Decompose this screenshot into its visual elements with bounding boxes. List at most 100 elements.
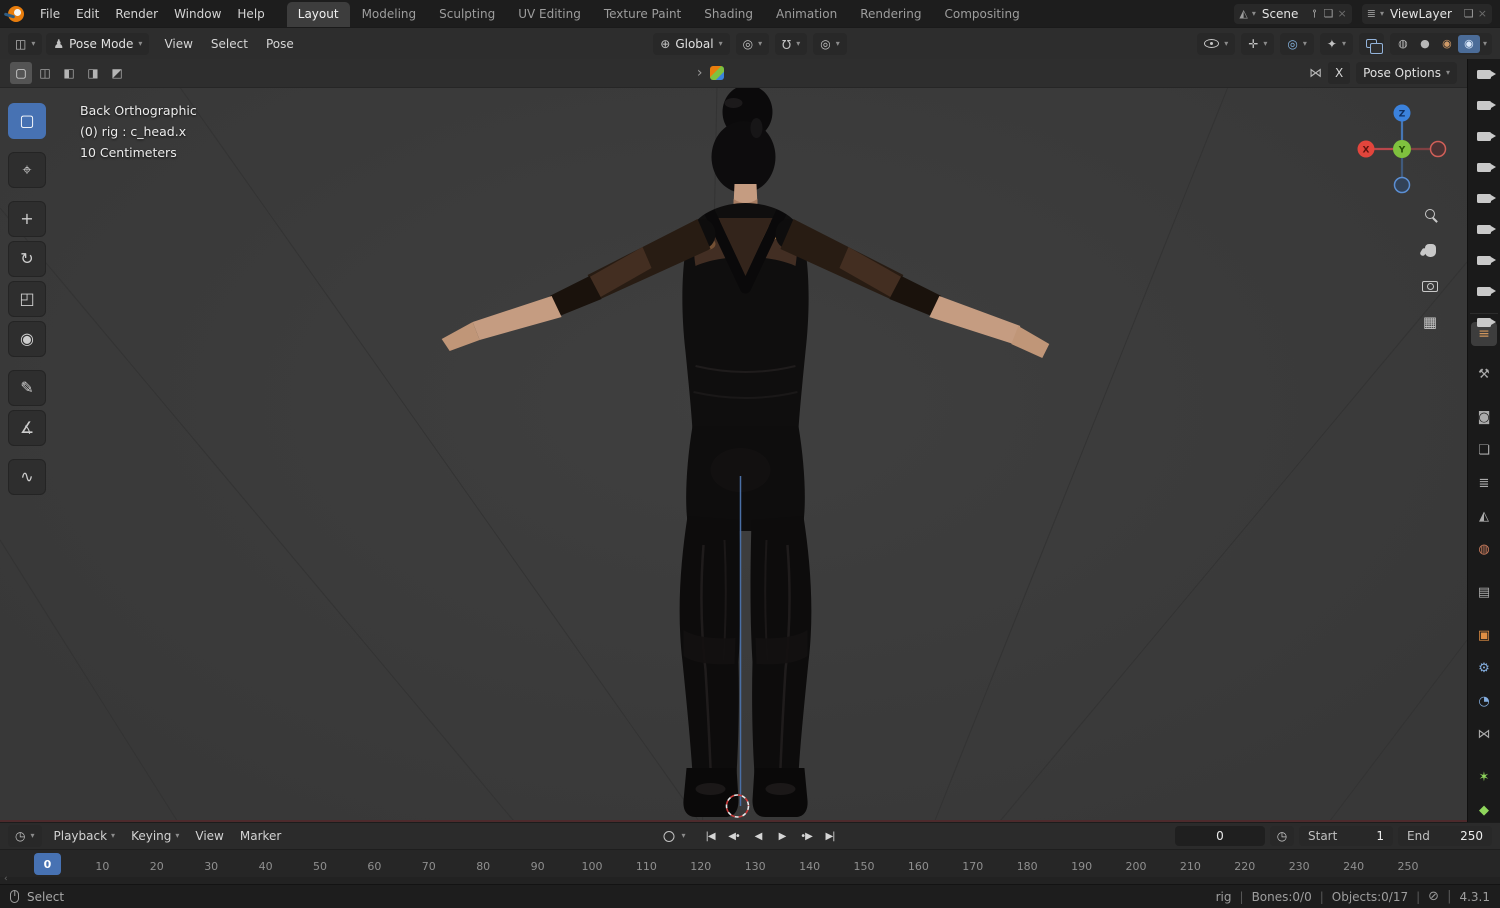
tool-scale[interactable]: ◰ (8, 281, 46, 317)
menu-window[interactable]: Window (166, 4, 229, 24)
workspace-tab-shading[interactable]: Shading (693, 2, 764, 27)
network-offline-icon[interactable]: ⊘ (1428, 889, 1459, 904)
outliner-camera-item[interactable] (1477, 130, 1496, 144)
menu-help[interactable]: Help (229, 4, 272, 24)
properties-tab-world[interactable]: ◍ (1471, 537, 1497, 561)
outliner-camera-item[interactable] (1477, 192, 1496, 206)
new-scene-icon[interactable]: ❏ (1324, 8, 1334, 19)
mode-selector[interactable]: ♟ Pose Mode ▾ (46, 32, 150, 55)
outliner-camera-item[interactable] (1477, 99, 1496, 113)
3d-viewport[interactable]: ▢ ◫ ◧ ◨ ◩ › ⋈ X Pose Options ▾ ▢ ⌖ + ↻ ◰ ◉ ✎ ∡ ∿ Bac… (0, 59, 1467, 822)
shading-solid-button[interactable]: ● (1414, 35, 1436, 53)
outliner-camera-item[interactable] (1477, 161, 1496, 175)
camera-view-button[interactable] (1417, 273, 1443, 299)
pivot-point-selector[interactable]: ◎ ▾ (735, 32, 770, 55)
remove-view-layer-icon[interactable]: × (1478, 8, 1487, 19)
playhead[interactable]: 0 (34, 853, 61, 875)
select-mode-set[interactable]: ▢ (10, 62, 32, 84)
properties-tab-object[interactable]: ▣ (1471, 623, 1497, 647)
timeline-menu-marker[interactable]: Marker (232, 825, 289, 847)
outliner-camera-item[interactable] (1477, 68, 1496, 82)
shading-rendered-button[interactable]: ◉ (1457, 34, 1480, 53)
properties-tab-constraints[interactable]: ⋈ (1471, 722, 1497, 746)
previous-keyframe-button[interactable]: ◀• (723, 826, 746, 846)
auto-keying-toggle[interactable] (658, 826, 678, 846)
jump-to-start-button[interactable]: |◀ (699, 826, 722, 846)
menu-file[interactable]: File (32, 4, 68, 24)
menu-edit[interactable]: Edit (68, 4, 107, 24)
tool-transform[interactable]: ◉ (8, 321, 46, 357)
properties-tab-render[interactable]: ◙ (1471, 405, 1497, 429)
tool-pose-breakdowner[interactable]: ∿ (8, 459, 46, 495)
tool-move[interactable]: + (8, 201, 46, 237)
transform-orientation-selector[interactable]: ⊕ Global ▾ (653, 32, 730, 55)
select-mode-extend[interactable]: ◫ (34, 62, 56, 84)
properties-tab-bone[interactable]: ◆ (1471, 798, 1497, 822)
viewport-menu-pose[interactable]: Pose (257, 33, 303, 55)
workspace-tab-animation[interactable]: Animation (765, 2, 848, 27)
workspace-tab-uv-editing[interactable]: UV Editing (507, 2, 592, 27)
next-keyframe-button[interactable]: •▶ (795, 826, 818, 846)
delete-scene-icon[interactable]: × (1338, 8, 1347, 19)
properties-tab-output[interactable]: ❏ (1471, 438, 1497, 462)
scene-name[interactable]: Scene (1260, 7, 1307, 21)
axis-x-neg-ball[interactable] (1429, 140, 1447, 158)
x-mirror-toggle[interactable]: X (1328, 62, 1351, 84)
jump-to-end-button[interactable]: ▶| (819, 826, 842, 846)
timeline-ruler[interactable]: 0 01020304050607080901001101201301401501… (0, 849, 1500, 877)
outliner-camera-item[interactable] (1477, 223, 1496, 237)
viewport-menu-view[interactable]: View (155, 33, 201, 55)
properties-tab-collection[interactable]: ▤ (1471, 580, 1497, 604)
tool-select-box[interactable]: ▢ (8, 103, 46, 139)
play-reverse-button[interactable]: ◀ (747, 826, 770, 846)
select-mode-intersect[interactable]: ◩ (106, 62, 128, 84)
chevron-down-icon[interactable]: ▾ (1483, 39, 1487, 48)
outliner-camera-item[interactable] (1477, 254, 1496, 268)
tool-measure[interactable]: ∡ (8, 410, 46, 446)
properties-tab-scene[interactable]: ◭ (1471, 504, 1497, 528)
properties-tab-view-layer[interactable]: ≣ (1471, 471, 1497, 495)
play-button[interactable]: ▶ (771, 826, 794, 846)
overlays-dropdown[interactable]: ◎ ▾ (1280, 32, 1314, 55)
view-layer-name[interactable]: ViewLayer (1388, 7, 1460, 21)
pose-options-dropdown[interactable]: Pose Options ▾ (1356, 62, 1457, 84)
workspace-tab-modeling[interactable]: Modeling (351, 2, 428, 27)
chevron-right-icon[interactable]: › (697, 66, 703, 80)
timeline-editor-type-button[interactable]: ◷ ▾ (8, 825, 42, 847)
active-tool-icon[interactable] (710, 66, 725, 80)
tool-cursor[interactable]: ⌖ (8, 152, 46, 188)
timeline-menu-keying[interactable]: Keying ▾ (123, 825, 187, 847)
shading-material-button[interactable]: ◉ (1436, 35, 1458, 53)
properties-tab-object-data[interactable]: ✶ (1471, 765, 1497, 789)
current-frame-field[interactable]: 0 (1175, 826, 1265, 846)
select-mode-invert[interactable]: ◨ (82, 62, 104, 84)
editor-type-button[interactable]: ◫ ▾ (8, 32, 43, 55)
scene-selector[interactable]: ◭ ▾ Scene ⊸ ❏ × (1234, 3, 1352, 24)
viewport-effects-dropdown[interactable]: ✦ ▾ (1319, 32, 1353, 55)
frame-start-field[interactable]: Start 1 (1299, 826, 1393, 846)
properties-tab-physics[interactable]: ◔ (1471, 689, 1497, 713)
workspace-tab-layout[interactable]: Layout (286, 2, 350, 27)
frame-end-field[interactable]: End 250 (1398, 826, 1492, 846)
properties-tab-tool[interactable]: ⚒ (1471, 362, 1497, 386)
shading-wireframe-button[interactable]: ◍ (1392, 35, 1414, 53)
workspace-tab-compositing[interactable]: Compositing (933, 2, 1030, 27)
proportional-editing-toggle[interactable]: ◎ ▾ (813, 32, 847, 55)
visibility-dropdown[interactable]: ▾ (1197, 32, 1236, 55)
timeline-scrollbar[interactable]: ‹ (0, 874, 1500, 884)
workspace-tab-rendering[interactable]: Rendering (849, 2, 932, 27)
view-layer-selector[interactable]: ≣ ▾ ViewLayer ❏ × (1361, 3, 1492, 24)
toggle-xray-button[interactable] (1358, 32, 1384, 55)
snap-toggle[interactable]: Ω ▾ (775, 32, 808, 55)
timeline-menu-playback[interactable]: Playback ▾ (46, 825, 124, 847)
timeline-menu-view[interactable]: View (187, 825, 231, 847)
tool-rotate[interactable]: ↻ (8, 241, 46, 277)
gizmos-dropdown[interactable]: ✛ ▾ (1241, 32, 1275, 55)
perspective-toggle-button[interactable]: ▦ (1417, 309, 1443, 335)
pin-icon[interactable]: ⊸ (1309, 9, 1322, 18)
zoom-button[interactable] (1417, 201, 1443, 227)
axis-z-neg-ball[interactable] (1393, 176, 1411, 194)
menu-render[interactable]: Render (107, 4, 166, 24)
use-preview-range-button[interactable]: ◷ (1270, 826, 1294, 846)
pan-button[interactable] (1417, 237, 1443, 263)
